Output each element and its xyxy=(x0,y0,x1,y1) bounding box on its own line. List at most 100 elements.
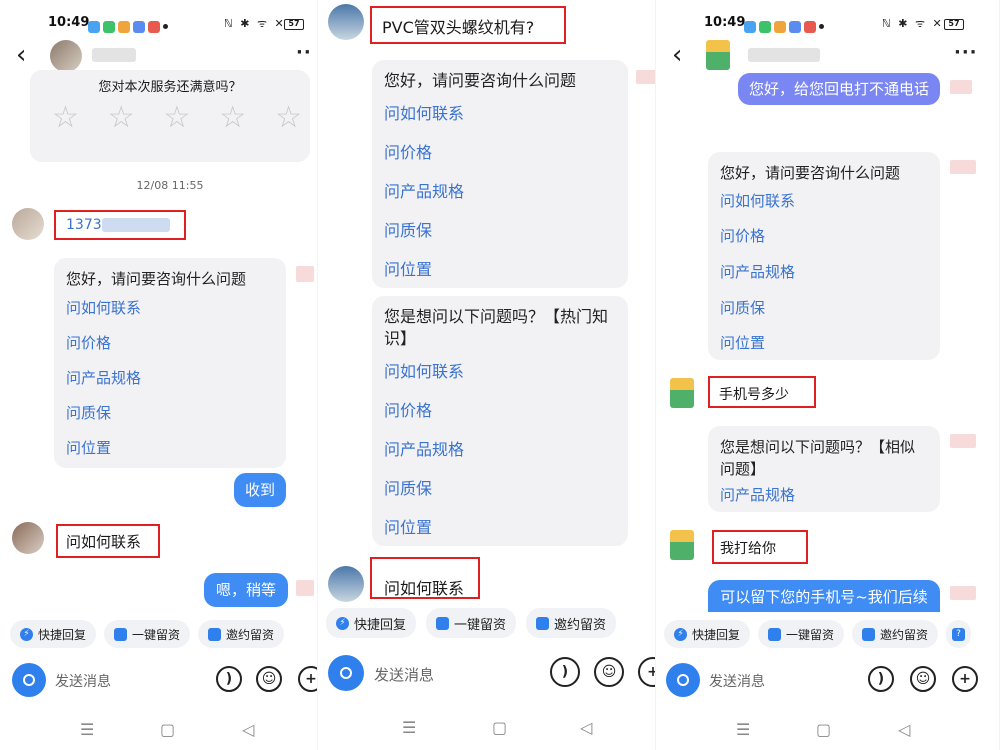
card-option[interactable]: 问如何联系 xyxy=(384,100,616,139)
status-signal-icons: ℕ ✱ ᯤ ✕ xyxy=(882,17,944,30)
star-icon[interactable]: ☆ xyxy=(275,100,302,135)
agent-message: 可以留下您的手机号~我们后续 xyxy=(708,580,940,612)
lightning-icon: ⚡ xyxy=(674,627,687,641)
message-input[interactable]: 发送消息 xyxy=(374,664,434,685)
nav-back-icon[interactable]: ◁ xyxy=(580,718,592,737)
voice-icon[interactable]: ) xyxy=(550,657,580,687)
agent-avatar-blurred xyxy=(296,266,314,282)
card-option[interactable]: 问产品规格 xyxy=(384,436,616,475)
help-button[interactable]: ? xyxy=(946,620,972,648)
star-icon[interactable]: ☆ xyxy=(108,100,135,135)
card-option[interactable]: 问位置 xyxy=(720,332,928,354)
gift-icon xyxy=(208,627,222,641)
card-option[interactable]: 问价格 xyxy=(384,139,616,178)
bot-question-card: 您好，请问要咨询什么问题 问如何联系 问价格 问产品规格 问质保 问位置 xyxy=(708,152,940,360)
card-option[interactable]: 问价格 xyxy=(66,332,274,367)
agent-message: 您好，给您回电打不通电话 xyxy=(738,73,940,105)
chat-panel-3: 10:49 ℕ ✱ ᯤ ✕ 57 ‹ ··· 您好，给您回电打不通电话 您好，请… xyxy=(656,0,1000,750)
contact-name-blurred xyxy=(92,48,136,62)
message-input[interactable]: 发送消息 xyxy=(55,671,111,691)
more-options-icon[interactable]: ·· xyxy=(296,42,312,63)
emoji-icon[interactable]: ☺ xyxy=(910,666,936,692)
card-option[interactable]: 问如何联系 xyxy=(720,190,928,225)
satisfaction-question: 您对本次服务还满意吗？ xyxy=(98,80,242,95)
contact-avatar[interactable] xyxy=(50,40,82,72)
star-icon[interactable]: ☆ xyxy=(219,100,246,135)
more-options-icon[interactable]: ··· xyxy=(954,42,978,63)
gift-icon xyxy=(536,616,550,630)
camera-icon[interactable] xyxy=(12,663,46,697)
card-option[interactable]: 问产品规格 xyxy=(384,178,616,217)
card-question: 您是想问以下问题吗？【相似问题】 xyxy=(720,438,916,478)
contact-avatar[interactable] xyxy=(706,40,730,70)
camera-icon[interactable] xyxy=(666,663,700,697)
camera-icon[interactable] xyxy=(328,655,364,691)
quick-reply-button[interactable]: ⚡ 快捷回复 xyxy=(326,608,417,638)
one-click-leave-button[interactable]: 一键留资 xyxy=(758,620,845,648)
user-message: 问如何联系 xyxy=(66,533,142,551)
star-icon[interactable]: ☆ xyxy=(164,100,191,135)
quick-reply-button[interactable]: ⚡ 快捷回复 xyxy=(10,620,97,648)
agent-avatar-blurred xyxy=(950,80,972,94)
card-option[interactable]: 问位置 xyxy=(66,437,274,459)
card-option[interactable]: 问质保 xyxy=(720,297,928,332)
card-option[interactable]: 问价格 xyxy=(384,397,616,436)
card-option[interactable]: 问产品规格 xyxy=(720,484,928,505)
card-option[interactable]: 问产品规格 xyxy=(720,261,928,297)
card-question: 您是想问以下问题吗？【热门知识】 xyxy=(384,307,609,348)
nav-back-icon[interactable]: ◁ xyxy=(242,720,254,739)
card-option[interactable]: 问价格 xyxy=(720,225,928,261)
one-click-leave-button[interactable]: 一键留资 xyxy=(104,620,191,648)
nav-menu-icon[interactable]: ☰ xyxy=(80,720,94,739)
contact-name-blurred xyxy=(748,48,820,62)
back-arrow-icon[interactable]: ‹ xyxy=(672,42,682,68)
message-input[interactable]: 发送消息 xyxy=(709,671,765,691)
chat-panel-2: PVC管双头螺纹机有? 您好，请问要咨询什么问题 问如何联系 问价格 问产品规格… xyxy=(318,0,656,750)
phone-number-partial[interactable]: 1373 xyxy=(66,217,102,233)
chat-panel-1: 10:49 ℕ ✱ ᯤ ✕ 57 ‹ ·· 您对本次服务还满意吗？ ☆ ☆ ☆ … xyxy=(0,0,318,750)
quick-actions-bar: ⚡ 快捷回复 一键留资 邀约留资 xyxy=(326,608,617,638)
lightning-icon: ⚡ xyxy=(336,616,349,630)
card-option[interactable]: 问产品规格 xyxy=(66,367,274,402)
bot-question-card: 您好，请问要咨询什么问题 问如何联系 问价格 问产品规格 问质保 问位置 xyxy=(372,60,628,288)
nav-home-icon[interactable]: ▢ xyxy=(492,718,507,737)
back-arrow-icon[interactable]: ‹ xyxy=(16,42,26,68)
user-avatar xyxy=(670,378,694,408)
invite-leave-button[interactable]: 邀约留资 xyxy=(852,620,939,648)
quick-actions-bar: ⚡ 快捷回复 一键留资 邀约留资 xyxy=(10,620,285,648)
user-message: PVC管双头螺纹机有? xyxy=(382,18,535,37)
plus-icon[interactable]: + xyxy=(952,666,978,692)
rating-stars[interactable]: ☆ ☆ ☆ ☆ ☆ xyxy=(52,100,302,135)
status-app-icons xyxy=(88,16,171,35)
invite-leave-button[interactable]: 邀约留资 xyxy=(526,608,617,638)
emoji-icon[interactable]: ☺ xyxy=(256,666,282,692)
card-option[interactable]: 问位置 xyxy=(384,256,616,279)
card-option[interactable]: 问位置 xyxy=(384,514,616,537)
card-option[interactable]: 问质保 xyxy=(384,217,616,256)
bot-suggestion-card: 您是想问以下问题吗？【热门知识】 问如何联系 问价格 问产品规格 问质保 问位置 xyxy=(372,296,628,546)
voice-icon[interactable]: ) xyxy=(216,666,242,692)
user-avatar xyxy=(328,566,364,602)
gift-icon xyxy=(862,627,876,641)
invite-leave-button[interactable]: 邀约留资 xyxy=(198,620,285,648)
quick-reply-button[interactable]: ⚡ 快捷回复 xyxy=(664,620,751,648)
card-option[interactable]: 问质保 xyxy=(66,402,274,437)
plus-icon[interactable]: + xyxy=(298,666,318,692)
nav-menu-icon[interactable]: ☰ xyxy=(402,718,416,737)
card-option[interactable]: 问质保 xyxy=(384,475,616,514)
nav-menu-icon[interactable]: ☰ xyxy=(736,720,750,739)
reply-bubble: 嗯，稍等 xyxy=(204,573,288,607)
card-option[interactable]: 问如何联系 xyxy=(66,297,274,332)
nav-home-icon[interactable]: ▢ xyxy=(816,720,831,739)
card-option[interactable]: 问如何联系 xyxy=(384,358,616,397)
voice-icon[interactable]: ) xyxy=(868,666,894,692)
plus-icon[interactable]: + xyxy=(638,657,656,687)
one-click-leave-button[interactable]: 一键留资 xyxy=(426,608,517,638)
nav-back-icon[interactable]: ◁ xyxy=(898,720,910,739)
card-question: 您好，请问要咨询什么问题 xyxy=(720,164,901,182)
emoji-icon[interactable]: ☺ xyxy=(594,657,624,687)
agent-avatar-blurred xyxy=(950,586,976,600)
nav-home-icon[interactable]: ▢ xyxy=(160,720,175,739)
battery-icon: 57 xyxy=(944,14,964,33)
star-icon[interactable]: ☆ xyxy=(52,100,79,135)
